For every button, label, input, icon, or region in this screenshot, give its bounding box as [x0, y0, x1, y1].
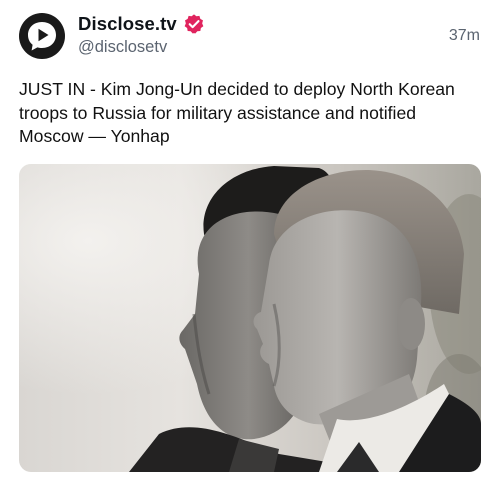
post-timestamp[interactable]: 37m: [449, 27, 480, 45]
play-speech-bubble-icon: [28, 22, 56, 51]
avatar[interactable]: [19, 13, 65, 59]
author-name-row[interactable]: Disclose.tv: [78, 12, 205, 36]
photo-two-leaders-icon: [19, 164, 481, 472]
post-text: JUST IN - Kim Jong-Un decided to deploy …: [19, 79, 455, 146]
verified-check-icon: [183, 13, 205, 35]
post-photo[interactable]: [19, 164, 481, 472]
post-card[interactable]: Disclose.tv @disclosetv 37m JUST IN - Ki…: [0, 0, 500, 488]
author-handle[interactable]: @disclosetv: [78, 38, 167, 57]
author-display-name[interactable]: Disclose.tv: [78, 13, 177, 35]
